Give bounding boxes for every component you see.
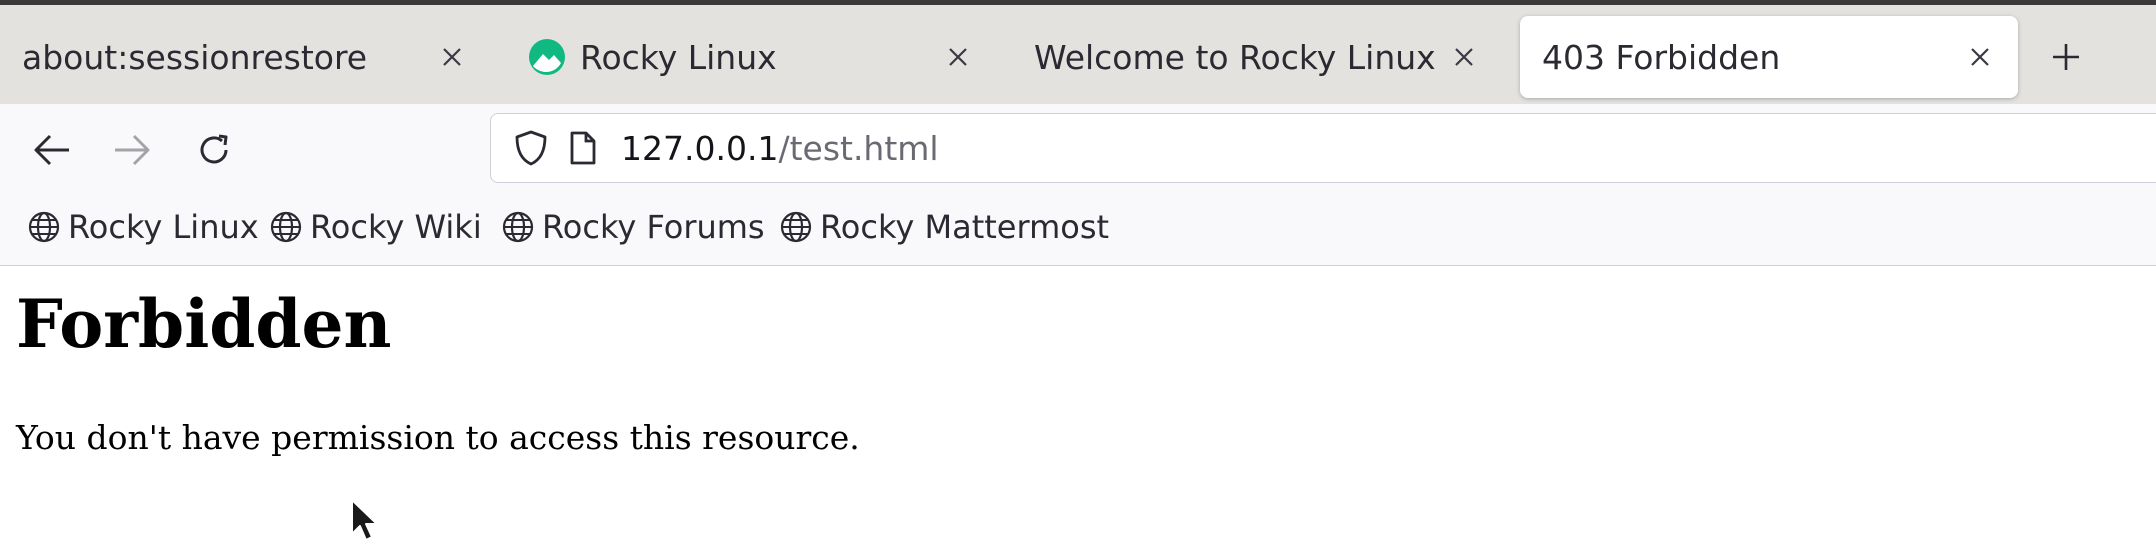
back-arrow-icon (34, 134, 69, 166)
close-icon[interactable] (938, 37, 978, 77)
page-icon[interactable] (561, 126, 605, 170)
rocky-logo-icon (528, 38, 566, 76)
tab-welcome-rocky[interactable]: Welcome to Rocky Linux (1012, 16, 1502, 98)
tab-label: Rocky Linux (580, 37, 777, 77)
reload-button[interactable] (188, 124, 240, 176)
tab-strip: about:sessionrestore Rocky Linux Welcome… (0, 0, 2156, 104)
bookmark-rocky-mattermost[interactable]: Rocky Mattermost (778, 204, 1109, 250)
url-host: 127.0.0.1 (621, 128, 779, 168)
forward-arrow-icon (115, 134, 150, 166)
back-button[interactable] (26, 124, 78, 176)
bookmark-label: Rocky Forums (542, 208, 765, 246)
tab-rocky-linux[interactable]: Rocky Linux (506, 16, 996, 98)
bookmark-rocky-forums[interactable]: Rocky Forums (500, 204, 765, 250)
close-icon[interactable] (1444, 37, 1484, 77)
close-icon[interactable] (432, 37, 472, 77)
tab-session-restore[interactable]: about:sessionrestore (0, 16, 490, 98)
page-heading: Forbidden (16, 285, 392, 363)
globe-icon (778, 209, 814, 245)
shield-icon[interactable] (509, 126, 553, 170)
mouse-cursor-icon (351, 499, 378, 541)
globe-icon (268, 209, 304, 245)
url-path: /test.html (778, 128, 939, 168)
tab-label: 403 Forbidden (1542, 37, 1781, 77)
reload-icon (200, 134, 228, 164)
navigation-toolbar: 127.0.0.1/test.html (0, 104, 2156, 196)
tab-403-forbidden[interactable]: 403 Forbidden (1520, 16, 2018, 98)
bookmark-rocky-wiki[interactable]: Rocky Wiki (268, 204, 482, 250)
plus-icon (2053, 44, 2079, 70)
page-content: Forbidden You don't have permission to a… (0, 266, 2156, 560)
forward-button[interactable] (106, 124, 158, 176)
globe-icon (26, 209, 62, 245)
bookmarks-toolbar: Rocky Linux Rocky Wiki Rocky Forums Rock… (0, 196, 2156, 266)
bookmark-rocky-linux[interactable]: Rocky Linux (26, 204, 259, 250)
bookmark-label: Rocky Linux (68, 208, 259, 246)
bookmark-label: Rocky Wiki (310, 208, 482, 246)
new-tab-button[interactable] (2044, 35, 2088, 79)
url-text[interactable]: 127.0.0.1/test.html (621, 129, 939, 168)
error-message: You don't have permission to access this… (16, 418, 860, 457)
tab-label: about:sessionrestore (22, 37, 368, 77)
address-bar[interactable]: 127.0.0.1/test.html (490, 113, 2156, 183)
bookmark-label: Rocky Mattermost (820, 208, 1110, 246)
close-icon[interactable] (1960, 37, 2000, 77)
tab-label: Welcome to Rocky Linux (1034, 37, 1436, 77)
globe-icon (500, 209, 536, 245)
